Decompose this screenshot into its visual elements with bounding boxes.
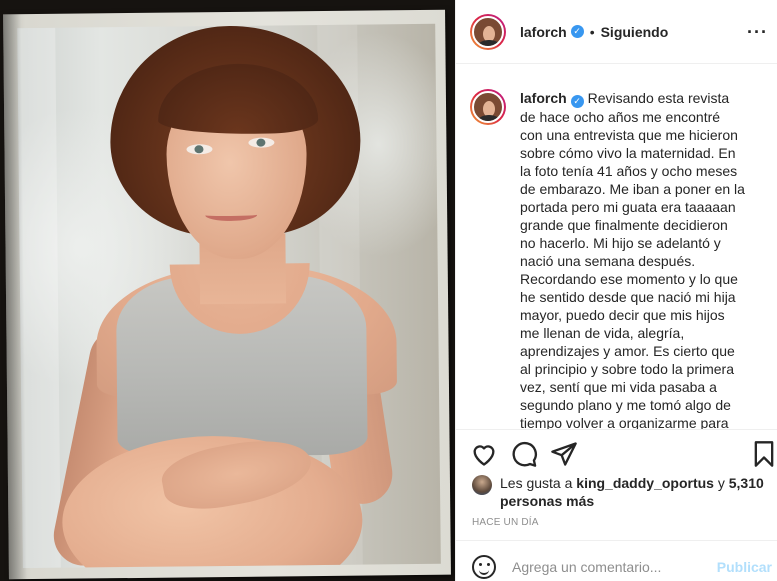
follow-status-button[interactable]: Siguiendo [601,24,669,40]
magazine-page [3,9,451,580]
author-username[interactable]: laforch [520,24,567,40]
verified-badge-icon: ✓ [570,25,584,38]
emoji-icon[interactable] [472,555,496,579]
heart-icon[interactable] [470,440,498,468]
bookmark-icon[interactable] [750,440,777,468]
publish-button[interactable]: Publicar [717,559,772,575]
caption-username[interactable]: laforch [520,90,567,106]
caption-scroll-area[interactable]: laforch ✓ Revisando esta revista de hace … [456,65,777,429]
likes-prefix: Les gusta a [500,475,573,491]
liker-avatar[interactable] [472,475,492,495]
comment-input[interactable] [512,559,702,575]
magazine-photo [17,23,441,569]
paper-plane-icon[interactable] [550,440,578,468]
post-sidebar: laforch ✓ • Siguiendo ··· laforch ✓ Revis… [455,0,777,581]
action-bar [456,429,777,471]
post-caption: laforch ✓ Revisando esta revista de hace … [520,89,746,429]
verified-badge-icon: ✓ [570,95,584,108]
comment-icon[interactable] [510,440,538,468]
more-options-icon[interactable]: ··· [747,22,768,43]
separator-dot: • [589,23,595,40]
post-timestamp[interactable]: HACE UN DÍA [472,517,539,528]
post-photo[interactable] [0,0,455,581]
liker-username[interactable]: king_daddy_oportus [576,475,714,491]
comment-bar: Publicar [456,540,777,581]
caption-avatar[interactable] [470,89,506,125]
caption-body: Revisando esta revista de hace ocho años… [520,90,745,429]
likes-connector: y [717,475,725,491]
avatar[interactable] [470,13,506,50]
post-header: laforch ✓ • Siguiendo ··· [456,0,777,64]
likes-summary: Les gusta a king_daddy_oportus y 5,310 p… [472,474,772,510]
